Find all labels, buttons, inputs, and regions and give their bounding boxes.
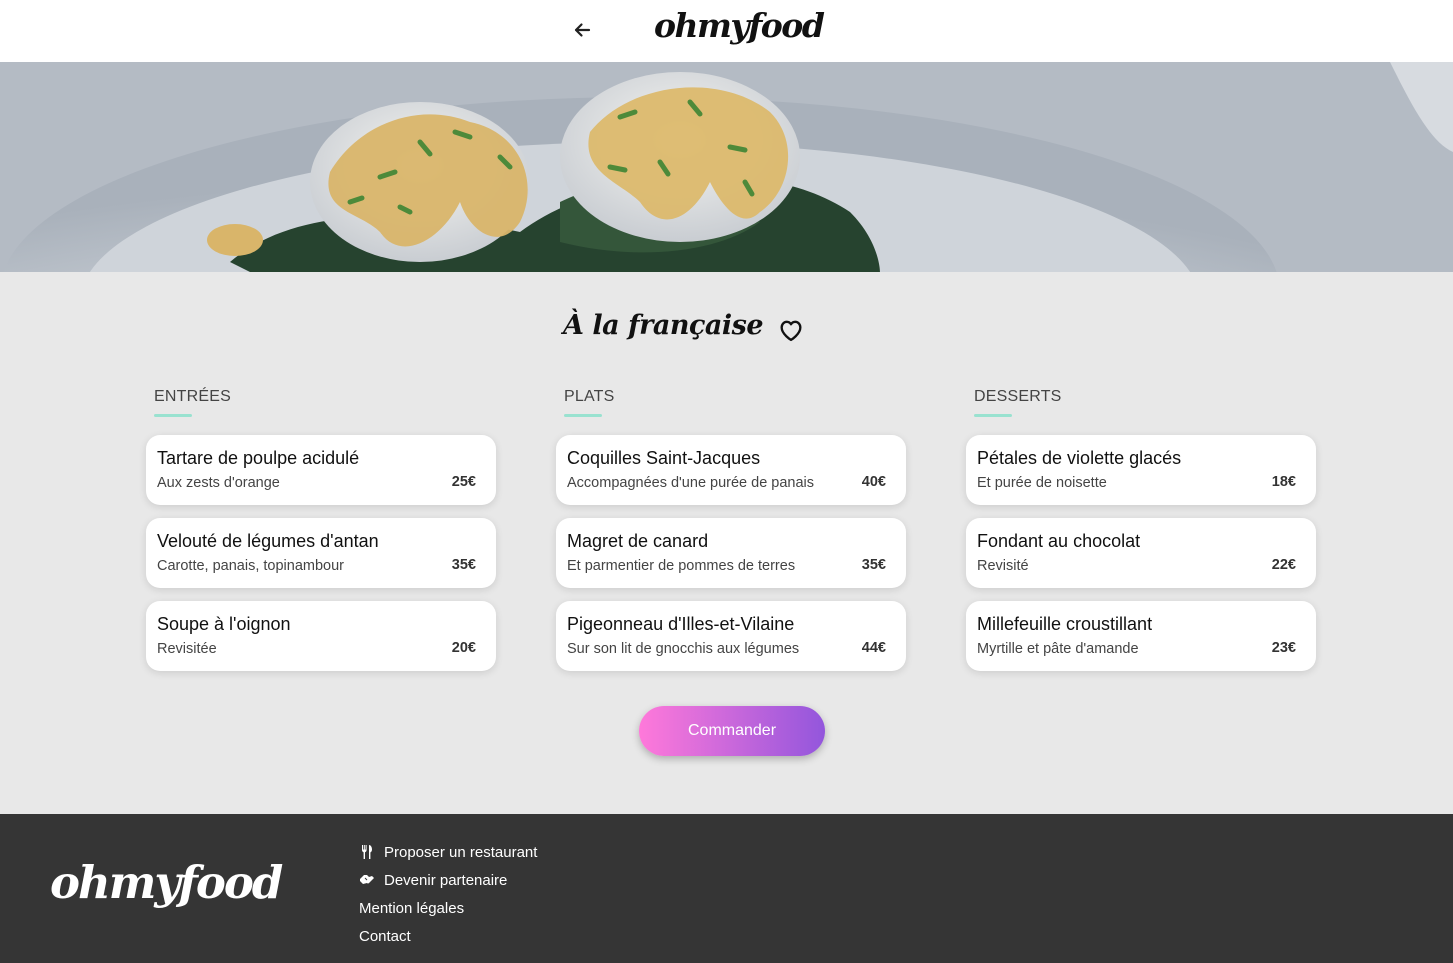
- footer-link-label: Devenir partenaire: [384, 871, 508, 889]
- menu-item-card[interactable]: Velouté de légumes d'antan Carotte, pana…: [146, 518, 496, 588]
- dish-price: 44€: [861, 640, 886, 656]
- dish-description: Et parmentier de pommes de terres: [567, 558, 796, 574]
- hero-image: [0, 62, 1453, 272]
- dish-price: 35€: [451, 557, 476, 573]
- dish-description: Myrtille et pâte d'amande: [977, 641, 1139, 657]
- back-button[interactable]: [568, 16, 596, 44]
- arrow-left-icon: [574, 23, 591, 37]
- dish-price: 35€: [861, 557, 886, 573]
- dish-description: Aux zests d'orange: [157, 475, 280, 491]
- dish-name: Velouté de légumes d'antan: [157, 531, 379, 551]
- menu-item-card[interactable]: Coquilles Saint-Jacques Accompagnées d'u…: [556, 435, 906, 505]
- dish-name: Soupe à l'oignon: [157, 614, 291, 634]
- dish-description: Sur son lit de gnocchis aux légumes: [567, 641, 800, 657]
- footer-link-become-partner[interactable]: Devenir partenaire: [359, 866, 537, 894]
- heart-outline-icon: [780, 320, 802, 342]
- site-header: ohmyfood: [0, 0, 1453, 62]
- handshake-icon: [359, 872, 375, 888]
- dish-price: 22€: [1271, 557, 1296, 573]
- site-logo[interactable]: ohmyfood: [654, 6, 825, 45]
- dish-name: Fondant au chocolat: [977, 531, 1141, 551]
- restaurant-menu: À la française ENTRÉES Tartare de poulpe…: [0, 272, 1453, 814]
- heading-underline: [564, 414, 602, 417]
- dish-price: 18€: [1271, 474, 1296, 490]
- dish-name: Magret de canard: [567, 531, 709, 551]
- footer-link-legal-notice[interactable]: Mention légales: [359, 894, 537, 922]
- order-button[interactable]: Commander: [639, 706, 825, 756]
- dish-name: Pigeonneau d'Illes-et-Vilaine: [567, 614, 795, 634]
- column-heading: PLATS: [564, 388, 615, 405]
- heading-underline: [974, 414, 1012, 417]
- dish-name: Millefeuille croustillant: [977, 614, 1153, 634]
- restaurant-title: À la française: [563, 310, 764, 341]
- menu-column-plats: PLATS Coquilles Saint-Jacques Accompagné…: [556, 388, 906, 684]
- dish-description: Et purée de noisette: [977, 475, 1107, 491]
- dish-name: Tartare de poulpe acidulé: [157, 448, 360, 468]
- footer-link-contact[interactable]: Contact: [359, 922, 537, 950]
- dish-name: Coquilles Saint-Jacques: [567, 448, 761, 468]
- heading-underline: [154, 414, 192, 417]
- footer-links: Proposer un restaurant Devenir partenair…: [359, 838, 537, 950]
- footer-link-label: Mention légales: [359, 899, 465, 917]
- menu-item-card[interactable]: Magret de canard Et parmentier de pommes…: [556, 518, 906, 588]
- menu-column-entrees: ENTRÉES Tartare de poulpe acidulé Aux ze…: [146, 388, 496, 684]
- footer-link-label: Proposer un restaurant: [384, 843, 538, 861]
- dish-price: 25€: [451, 474, 476, 490]
- menu-item-card[interactable]: Fondant au chocolat Revisité 22€: [966, 518, 1316, 588]
- menu-column-desserts: DESSERTS Pétales de violette glacés Et p…: [966, 388, 1316, 684]
- footer-link-propose-restaurant[interactable]: Proposer un restaurant: [359, 838, 537, 866]
- dish-price: 20€: [451, 640, 476, 656]
- dish-price: 23€: [1271, 640, 1296, 656]
- menu-item-card[interactable]: Soupe à l'oignon Revisitée 20€: [146, 601, 496, 671]
- favorite-button[interactable]: [777, 316, 805, 344]
- dish-price: 40€: [861, 474, 886, 490]
- menu-item-card[interactable]: Pigeonneau d'Illes-et-Vilaine Sur son li…: [556, 601, 906, 671]
- site-footer: ohmyfood Proposer un restaurant Devenir …: [0, 814, 1453, 963]
- column-heading: DESSERTS: [974, 388, 1062, 405]
- column-heading: ENTRÉES: [154, 388, 231, 405]
- menu-item-card[interactable]: Pétales de violette glacés Et purée de n…: [966, 435, 1316, 505]
- menu-item-card[interactable]: Tartare de poulpe acidulé Aux zests d'or…: [146, 435, 496, 505]
- dish-description: Revisité: [977, 558, 1029, 574]
- menu-item-card[interactable]: Millefeuille croustillant Myrtille et pâ…: [966, 601, 1316, 671]
- dish-name: Pétales de violette glacés: [977, 448, 1182, 468]
- utensils-icon: [359, 844, 375, 860]
- dish-description: Accompagnées d'une purée de panais: [567, 475, 815, 491]
- footer-logo[interactable]: ohmyfood: [50, 856, 283, 909]
- dish-description: Carotte, panais, topinambour: [157, 558, 344, 574]
- dish-description: Revisitée: [157, 641, 217, 657]
- footer-link-label: Contact: [359, 927, 411, 945]
